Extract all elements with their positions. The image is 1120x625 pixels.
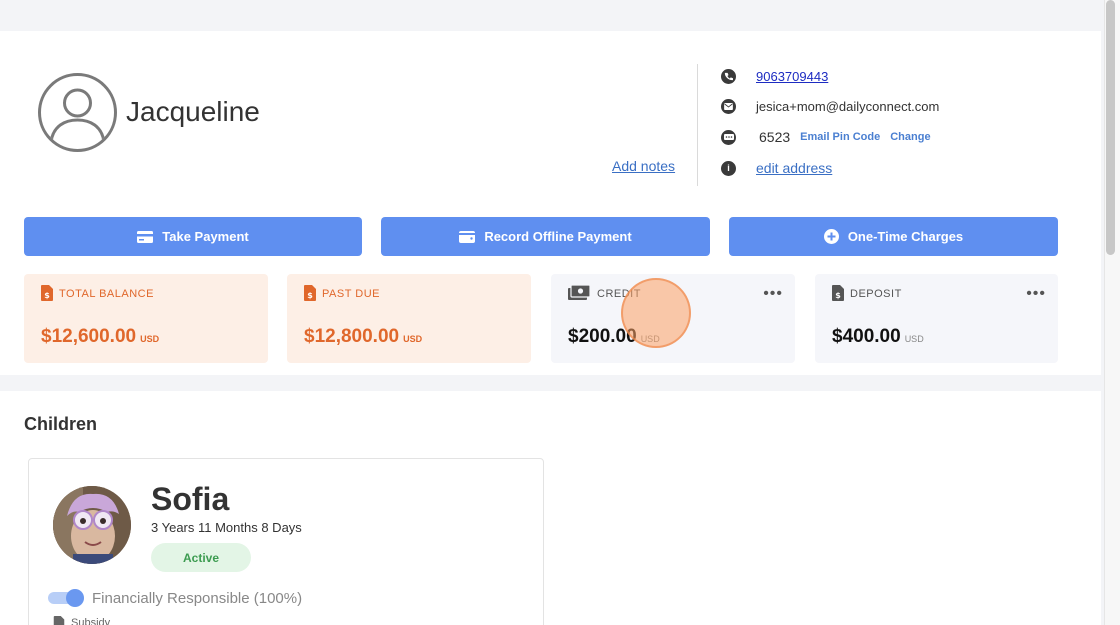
past-due-tile: $ PAST DUE $12,800.00 USD: [287, 274, 531, 363]
currency-unit: USD: [640, 334, 660, 344]
svg-text:$: $: [44, 291, 50, 300]
subsidy-document-icon: [53, 616, 65, 625]
divider: [697, 64, 698, 186]
scrollbar-thumb[interactable]: [1106, 0, 1115, 255]
phone-link[interactable]: 9063709443: [756, 69, 828, 84]
child-photo-image: [53, 486, 131, 564]
financially-responsible-toggle[interactable]: [48, 589, 84, 607]
children-section-title: Children: [24, 414, 98, 434]
deposit-more-menu-icon[interactable]: •••: [1026, 286, 1046, 302]
deposit-tile: $ DEPOSIT ••• $400.00 USD: [815, 274, 1058, 363]
email-pin-code-link[interactable]: Email Pin Code: [800, 131, 880, 143]
add-notes-link[interactable]: Add notes: [612, 158, 675, 174]
edit-address-link[interactable]: edit address: [756, 160, 832, 176]
toggle-knob: [66, 589, 84, 607]
child-photo: [53, 486, 131, 564]
past-due-label: PAST DUE: [322, 288, 380, 300]
wallet-icon: [459, 230, 476, 243]
deposit-label: DEPOSIT: [850, 288, 902, 300]
plus-circle-icon: [823, 229, 839, 244]
keypad-icon: [721, 129, 736, 145]
currency-unit: USD: [140, 334, 160, 344]
invoice-dollar-icon: $: [304, 285, 316, 301]
past-due-value: $12,800.00: [304, 326, 400, 347]
phone-icon: [721, 68, 736, 84]
total-balance-label: TOTAL BALANCE: [59, 288, 154, 300]
total-balance-tile: $ TOTAL BALANCE $12,600.00 USD: [24, 274, 268, 363]
cash-icon: [568, 285, 590, 300]
past-due-amount: $12,800.00 USD: [304, 326, 422, 348]
credit-value: $200.00: [568, 326, 637, 347]
one-time-charges-button[interactable]: One-Time Charges: [729, 217, 1058, 256]
info-icon: i: [721, 160, 736, 176]
credit-card-icon: [137, 230, 154, 243]
take-payment-label: Take Payment: [162, 229, 249, 244]
page: Jacqueline Add notes 9063709443 jesica+m…: [0, 0, 1120, 625]
subsidy-row: Subsidy: [53, 616, 110, 625]
currency-unit: USD: [403, 334, 423, 344]
address-row: i edit address: [721, 159, 832, 177]
record-offline-payment-label: Record Offline Payment: [484, 229, 632, 244]
record-offline-payment-button[interactable]: Record Offline Payment: [381, 217, 710, 256]
child-age: 3 Years 11 Months 8 Days: [151, 520, 302, 535]
email-icon: [721, 98, 736, 114]
pin-value: 6523: [759, 129, 791, 145]
one-time-charges-label: One-Time Charges: [847, 229, 964, 244]
total-balance-value: $12,600.00: [41, 326, 137, 347]
change-pin-link[interactable]: Change: [890, 131, 930, 143]
avatar: [38, 73, 117, 152]
deposit-amount: $400.00 USD: [832, 326, 924, 348]
profile-name: Jacqueline: [126, 96, 260, 127]
invoice-dollar-icon: $: [832, 285, 844, 301]
phone-row: 9063709443: [721, 67, 828, 85]
take-payment-button[interactable]: Take Payment: [24, 217, 362, 256]
user-silhouette-icon: [49, 88, 106, 143]
svg-text:$: $: [307, 291, 313, 300]
credit-label: CREDIT: [597, 288, 641, 300]
child-name: Sofia: [151, 481, 230, 517]
credit-amount: $200.00 USD: [568, 326, 660, 348]
status-badge: Active: [151, 543, 251, 572]
credit-tile: CREDIT ••• $200.00 USD: [551, 274, 795, 363]
credit-more-menu-icon[interactable]: •••: [763, 286, 783, 302]
pin-row: 6523 Email Pin Code Change: [721, 128, 931, 146]
email-row: jesica+mom@dailyconnect.com: [721, 97, 939, 115]
email-text: jesica+mom@dailyconnect.com: [756, 98, 940, 114]
invoice-dollar-icon: $: [41, 285, 53, 301]
deposit-value: $400.00: [832, 326, 901, 347]
svg-text:$: $: [835, 291, 841, 300]
total-balance-amount: $12,600.00 USD: [41, 326, 159, 348]
subsidy-label: Subsidy: [71, 617, 111, 625]
financially-responsible-label: Financially Responsible (100%): [92, 590, 303, 607]
currency-unit: USD: [904, 334, 924, 344]
